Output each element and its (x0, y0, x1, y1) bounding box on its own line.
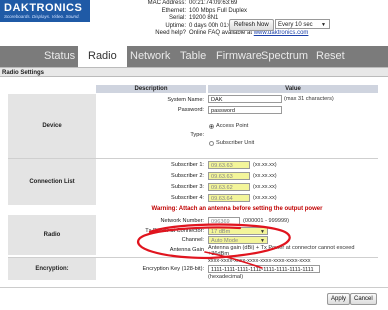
red-annotation-circle (137, 223, 291, 260)
annotation-overlay (137, 223, 291, 269)
footer-divider (0, 287, 388, 288)
cancel-button[interactable]: Cancel (350, 293, 377, 305)
apply-button[interactable]: Apply (327, 293, 351, 305)
